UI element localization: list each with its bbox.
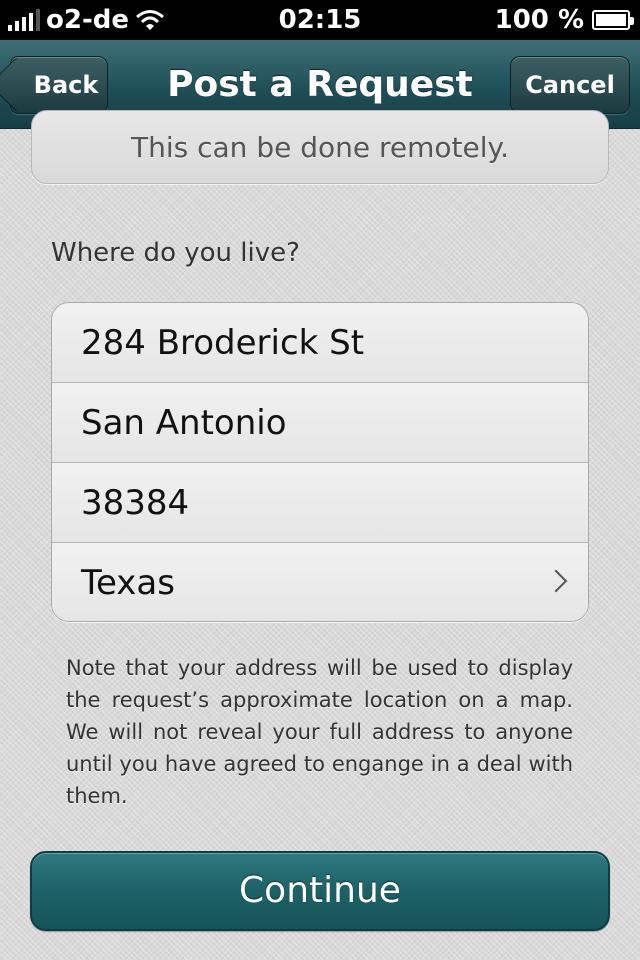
city-field[interactable]: San Antonio	[52, 383, 588, 463]
zip-field[interactable]: 38384	[52, 463, 588, 543]
back-button-label: Back	[33, 71, 99, 99]
chevron-right-icon	[544, 569, 568, 593]
state-selector[interactable]: Texas	[52, 543, 588, 621]
address-section-label: Where do you live?	[51, 238, 300, 268]
remote-option-card[interactable]: This can be done remotely.	[31, 110, 609, 184]
address-form: 284 Broderick St San Antonio 38384 Texas	[51, 302, 589, 622]
continue-button[interactable]: Continue	[30, 851, 610, 931]
battery-percent: 100 %	[494, 5, 584, 35]
state-value: Texas	[81, 563, 175, 603]
privacy-note: Note that your address will be used to d…	[66, 656, 573, 808]
cancel-button[interactable]: Cancel	[510, 56, 630, 114]
status-right: 100 %	[494, 5, 634, 35]
battery-icon	[592, 10, 634, 30]
remote-option-text: This can be done remotely.	[131, 131, 509, 164]
zip-value: 38384	[81, 483, 190, 523]
status-bar: o2-de 02:15 100 %	[0, 0, 640, 40]
street-value: 284 Broderick St	[81, 323, 365, 363]
city-value: San Antonio	[81, 403, 287, 443]
street-field[interactable]: 284 Broderick St	[52, 303, 588, 383]
